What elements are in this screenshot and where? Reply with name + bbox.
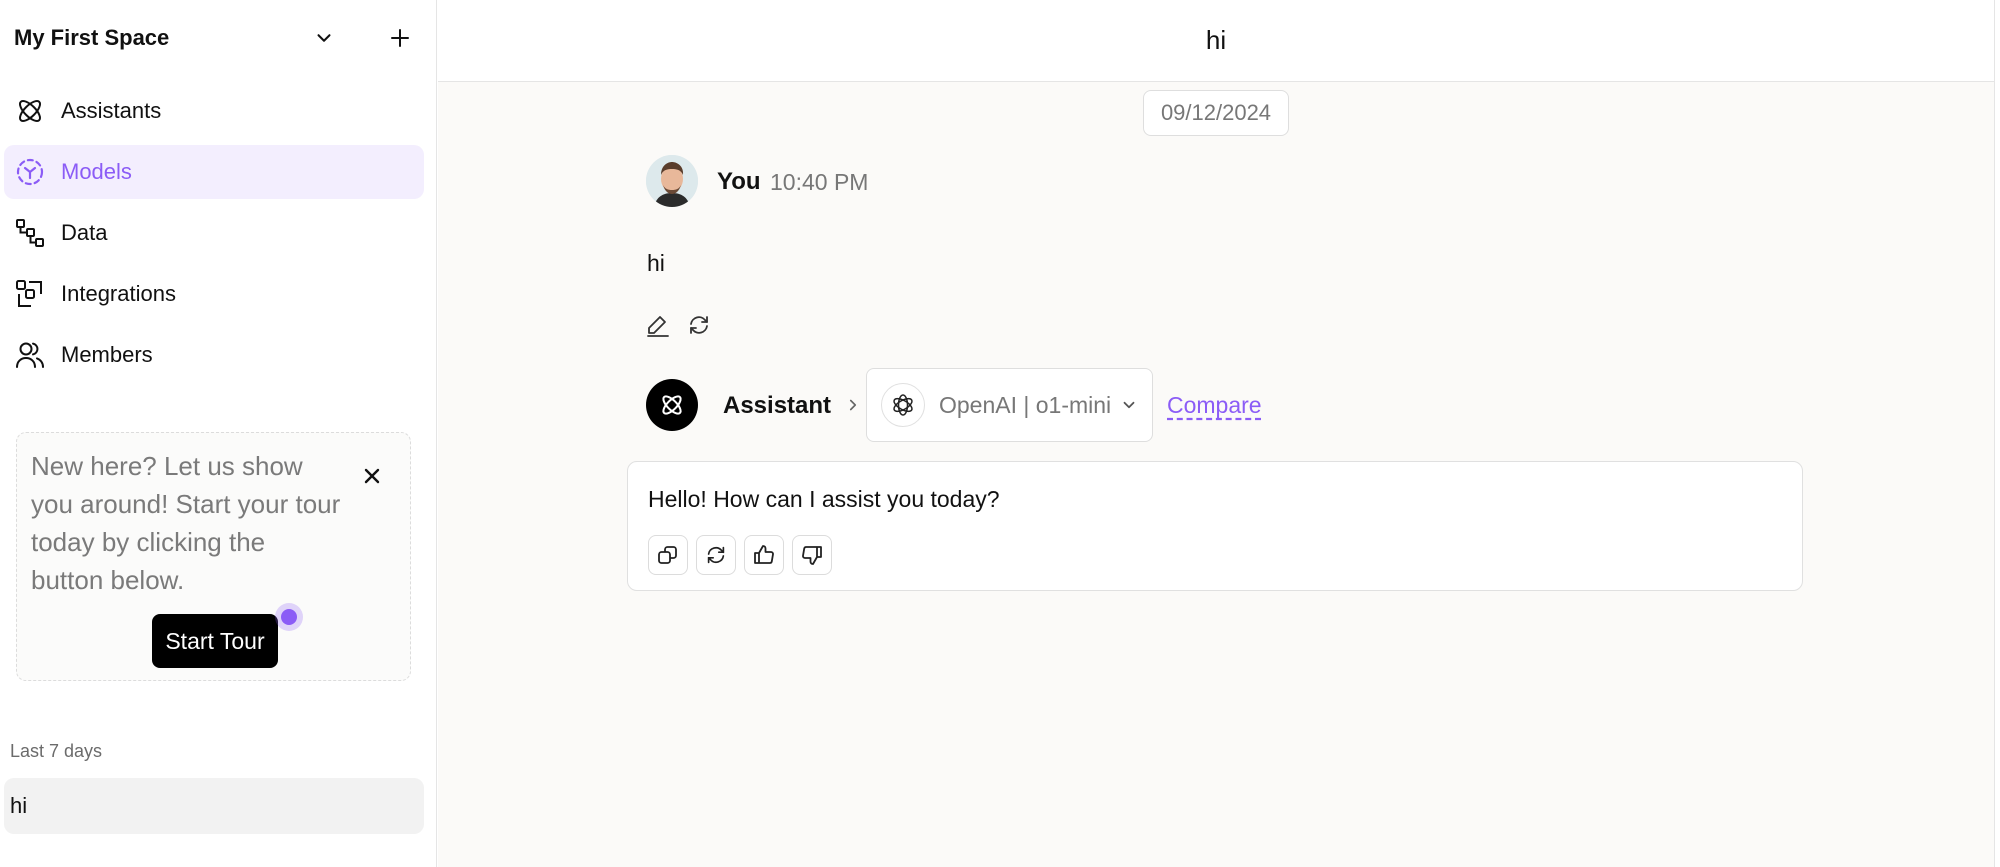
sidebar-item-data[interactable]: Data (4, 206, 424, 260)
assistant-avatar (646, 379, 698, 431)
sidebar-item-integrations[interactable]: Integrations (4, 267, 424, 321)
sidebar-item-members[interactable]: Members (4, 328, 424, 382)
chat-main: hi 09/12/2024 You 10:40 PM hi Assistant (438, 0, 1994, 867)
chevron-right-icon (838, 390, 868, 420)
user-name: You (717, 168, 761, 195)
assistant-reply-text: Hello! How can I assist you today? (648, 486, 1000, 512)
chevron-down-icon[interactable] (308, 22, 340, 54)
tour-card: New here? Let us show you around! Start … (16, 432, 411, 681)
regenerate-icon[interactable] (683, 309, 715, 341)
thumbs-up-icon[interactable] (744, 535, 784, 575)
sidebar-item-label: Members (61, 342, 153, 367)
chat-header: hi (438, 0, 1994, 82)
chat-title: hi (1205, 25, 1227, 55)
atom-icon (14, 95, 46, 127)
compare-link[interactable]: Compare (1167, 392, 1262, 419)
right-edge (1994, 0, 2000, 867)
model-select[interactable]: OpenAI | o1-mini (866, 368, 1153, 442)
thumbs-down-icon[interactable] (792, 535, 832, 575)
assistant-reply-card: Hello! How can I assist you today? (627, 461, 1803, 591)
users-icon (14, 339, 46, 371)
sidebar-item-assistants[interactable]: Assistants (4, 84, 424, 138)
space-header: My First Space (14, 18, 414, 58)
message-timestamp: 10:40 PM (770, 169, 869, 195)
sidebar-item-label: Models (61, 159, 132, 184)
openai-icon (881, 383, 925, 427)
plus-icon[interactable] (384, 22, 416, 54)
regenerate-icon[interactable] (696, 535, 736, 575)
sidebar-item-label: Data (61, 220, 108, 245)
data-tree-icon (14, 217, 46, 249)
sidebar-item-models[interactable]: Models (4, 145, 424, 199)
copy-icon[interactable] (648, 535, 688, 575)
history-section-label: Last 7 days (10, 741, 103, 761)
edit-icon[interactable] (642, 309, 674, 341)
sidebar: My First Space Assistants Models Data In… (0, 0, 437, 867)
chevron-down-icon (1117, 393, 1141, 417)
date-divider: 09/12/2024 (1143, 90, 1289, 136)
assistant-name: Assistant (723, 392, 832, 419)
model-label: OpenAI | o1-mini (939, 391, 1112, 418)
tour-beacon-dot (275, 603, 303, 631)
avatar (646, 155, 698, 207)
sidebar-item-label: Assistants (61, 98, 162, 123)
user-message-text: hi (647, 250, 665, 276)
close-icon[interactable] (357, 461, 387, 491)
tour-text: New here? Let us show you around! Start … (31, 451, 341, 595)
history-item[interactable]: hi (4, 778, 424, 834)
space-title: My First Space (14, 25, 170, 50)
sidebar-item-label: Integrations (61, 281, 176, 306)
integrations-icon (14, 278, 46, 310)
dashed-cube-icon (14, 156, 46, 188)
start-tour-button[interactable]: Start Tour (152, 614, 278, 668)
